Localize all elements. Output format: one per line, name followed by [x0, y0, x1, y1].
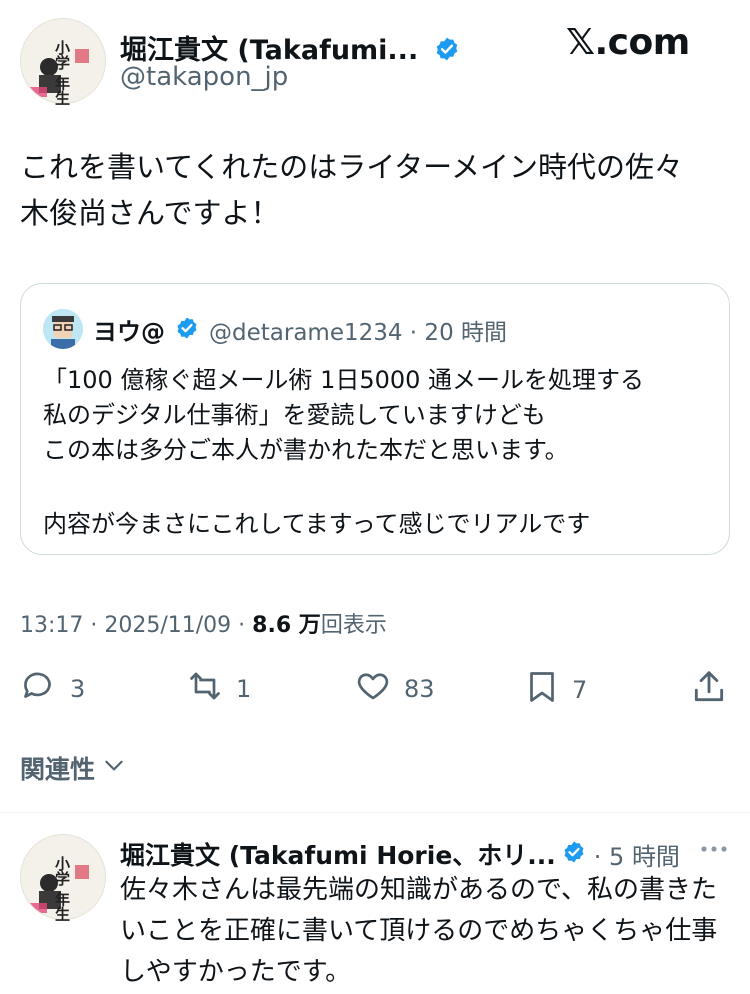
- reply-text: 佐々木さんは最先端の知識があるので、私の書きた いことを正確に書いて頂けるのでめ…: [120, 870, 730, 993]
- reply-text-line: いことを正確に書いて頂けるのでめちゃくちゃ仕事: [120, 916, 718, 946]
- quote-avatar-face-icon: [43, 309, 83, 349]
- more-options-button[interactable]: [696, 834, 732, 868]
- quote-text-line: 私のデジタル仕事術」を愛読していますけども: [43, 401, 546, 429]
- reply-button[interactable]: 3: [20, 668, 85, 710]
- reply-text-line: しやすかったです。: [120, 957, 352, 987]
- tweet-meta: 13:17 · 2025/11/09 · 8.6 万回表示: [20, 607, 387, 639]
- tweet-text-line: 木俊尚さんですよ！: [20, 196, 280, 230]
- share-button[interactable]: [690, 668, 728, 710]
- chevron-down-icon: [101, 752, 127, 784]
- bookmark-button[interactable]: 7: [524, 668, 587, 712]
- reply-author-name[interactable]: 堀江貴文 (Takafumi Horie、ホリ...: [120, 836, 556, 872]
- repost-button[interactable]: 1: [186, 668, 251, 710]
- section-divider: [0, 812, 750, 813]
- repost-count: 1: [236, 675, 252, 703]
- tweet-timestamp[interactable]: 13:17 · 2025/11/09 ·: [20, 613, 252, 638]
- quote-text-line: この本は多分ご本人が書かれた本だと思います。: [43, 436, 569, 464]
- heart-icon: [354, 668, 392, 710]
- related-label: 関連性: [20, 755, 96, 784]
- bookmark-icon: [524, 668, 560, 712]
- quote-header: ヨウ@ @detarame1234 · 20 時間: [93, 312, 507, 347]
- reply-icon: [20, 668, 58, 710]
- view-count: 8.6 万: [252, 613, 321, 638]
- quote-text-line: 「100 億稼ぐ超メール術 1日5000 通メールを処理する: [43, 366, 645, 394]
- reply-count: 3: [70, 675, 86, 703]
- related-sort-dropdown[interactable]: 関連性: [20, 750, 127, 786]
- quoted-tweet-card[interactable]: ヨウ@ @detarame1234 · 20 時間 「100 億稼ぐ超メール術 …: [20, 283, 730, 555]
- bookmark-count: 7: [572, 676, 588, 704]
- quote-text-line: 内容が今まさにこれしてますって感じでリアルです: [43, 510, 591, 538]
- tweet-text: これを書いてくれたのはライターメイン時代の佐々 木俊尚さんですよ！: [20, 144, 730, 236]
- avatar-book-title: 小学 年生: [53, 40, 71, 106]
- tweet-text-line: これを書いてくれたのはライターメイン時代の佐々: [20, 150, 683, 184]
- like-button[interactable]: 83: [354, 668, 435, 710]
- author-handle[interactable]: @takapon_jp: [120, 62, 288, 92]
- like-count: 83: [404, 675, 435, 703]
- x-brand-label: 𝕏.com: [566, 22, 690, 63]
- reply-verified-badge-icon: [562, 840, 586, 868]
- reply-text-line: 佐々木さんは最先端の知識があるので、私の書きた: [120, 875, 717, 905]
- quote-author-name[interactable]: ヨウ@: [93, 312, 165, 347]
- reply-header: 堀江貴文 (Takafumi Horie、ホリ... · 5 時間: [120, 836, 680, 872]
- share-icon: [690, 671, 728, 710]
- quote-verified-badge-icon: [175, 316, 199, 344]
- view-count-label: 回表示: [320, 613, 387, 638]
- more-dots-icon: [696, 846, 732, 868]
- quote-handle-time: @detarame1234 · 20 時間: [209, 319, 508, 346]
- verified-badge-icon: [434, 36, 460, 69]
- repost-icon: [186, 668, 224, 710]
- quote-avatar[interactable]: [43, 309, 83, 349]
- reply-time[interactable]: · 5 時間: [594, 837, 680, 872]
- avatar-book-title: 小学 年生: [53, 856, 71, 922]
